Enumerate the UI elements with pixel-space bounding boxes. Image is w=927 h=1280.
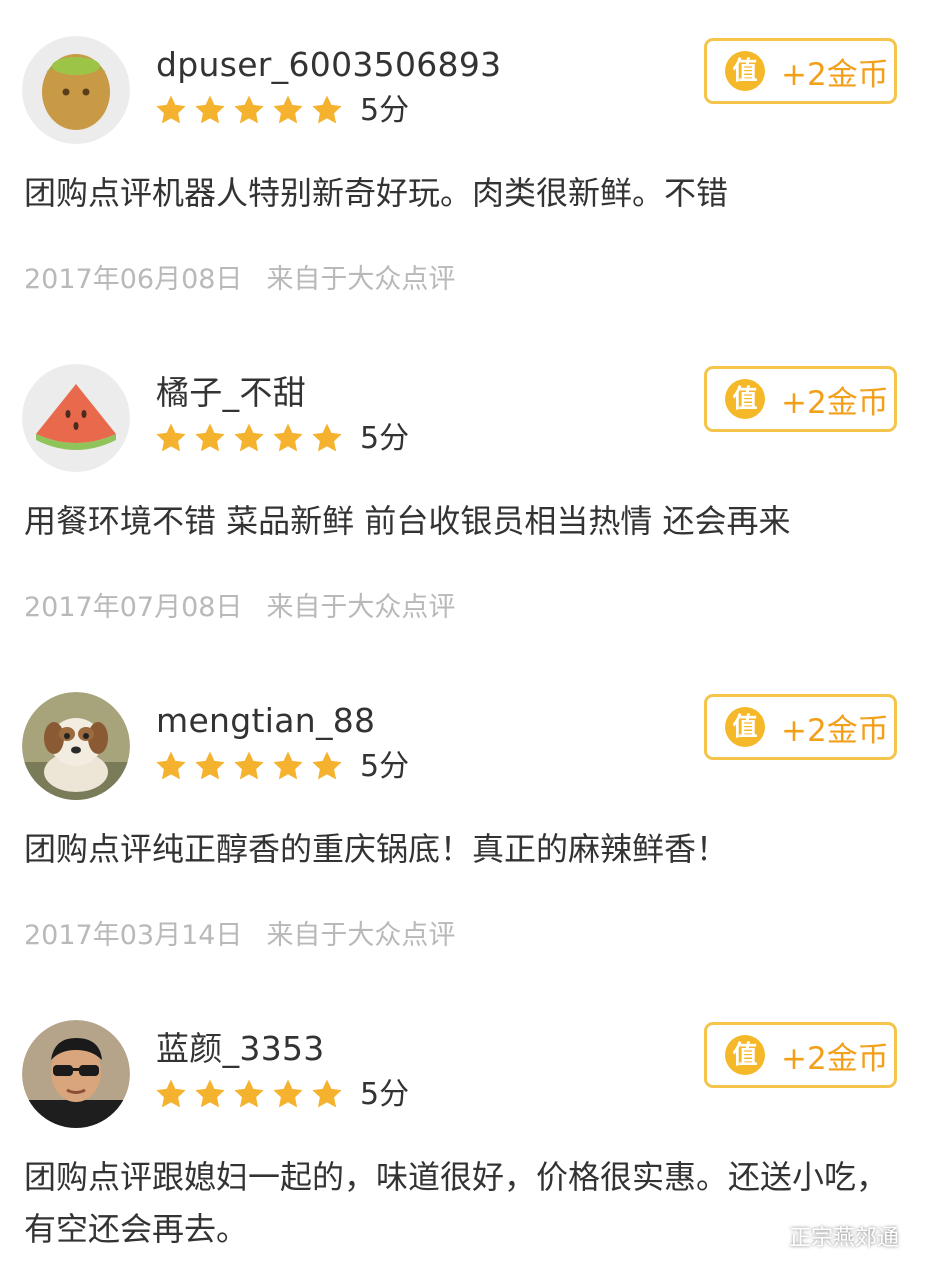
review-date: 2017年07月08日 (24, 592, 243, 623)
star-icon (193, 1077, 227, 1113)
star-icon (154, 93, 188, 129)
star-rating (154, 93, 344, 129)
star-icon (154, 1077, 188, 1113)
review-item: 橘子_不甜 5分 值 +2金币 用餐环境不错 菜品新鲜 前台收银员相当热情 还会… (0, 328, 927, 656)
review-item: mengtian_88 5分 值 +2金币 团购点评纯正醇香的重庆锅底！真正的麻… (0, 656, 927, 984)
man-sunglasses-photo-avatar-icon (22, 1020, 130, 1128)
star-rating (154, 1077, 344, 1113)
star-icon (310, 421, 344, 457)
coin-reward-label: +2金币 (781, 56, 889, 93)
user-avatar[interactable] (22, 36, 130, 144)
user-avatar[interactable] (22, 692, 130, 800)
star-icon (154, 421, 188, 457)
review-item: dpuser_6003506893 5分 值 +2金币 团购点评机器人特别新奇好… (0, 0, 927, 328)
star-icon (154, 749, 188, 785)
coin-reward-button[interactable]: 值 +2金币 (704, 366, 897, 432)
review-date: 2017年03月14日 (24, 920, 243, 951)
star-rating (154, 421, 344, 457)
coin-value-icon: 值 (725, 707, 765, 747)
coin-reward-button[interactable]: 值 +2金币 (704, 1022, 897, 1088)
review-content: 用餐环境不错 菜品新鲜 前台收银员相当热情 还会再来 (24, 502, 791, 540)
coin-reward-label: +2金币 (781, 384, 889, 421)
coin-reward-button[interactable]: 值 +2金币 (704, 38, 897, 104)
star-icon (232, 421, 266, 457)
username[interactable]: dpuser_6003506893 (156, 42, 501, 88)
star-icon (271, 93, 305, 129)
review-source: 来自于大众点评 (266, 920, 456, 951)
score-label: 5分 (360, 93, 410, 128)
star-icon (193, 421, 227, 457)
star-icon (193, 749, 227, 785)
review-meta: 2017年07月08日 来自于大众点评 (24, 588, 455, 628)
score-label: 5分 (360, 1077, 410, 1112)
watermark: 正宗燕郊通 (750, 1220, 899, 1252)
coin-reward-label: +2金币 (781, 712, 889, 749)
username[interactable]: mengtian_88 (156, 698, 375, 744)
username[interactable]: 蓝颜_3353 (156, 1026, 325, 1072)
kiwi-avatar-icon (22, 36, 130, 144)
star-icon (271, 749, 305, 785)
star-rating (154, 749, 344, 785)
star-icon (271, 1077, 305, 1113)
star-icon (310, 93, 344, 129)
star-icon (232, 1077, 266, 1113)
star-icon (193, 93, 227, 129)
star-icon (271, 421, 305, 457)
review-content: 团购点评机器人特别新奇好玩。肉类很新鲜。不错 (24, 174, 729, 212)
puppy-photo-avatar-icon (22, 692, 130, 800)
review-meta: 2017年03月14日 来自于大众点评 (24, 916, 455, 956)
score-label: 5分 (360, 749, 410, 784)
review-meta: 2017年06月08日 来自于大众点评 (24, 260, 455, 300)
coin-reward-label: +2金币 (781, 1040, 889, 1077)
coin-value-icon: 值 (725, 51, 765, 91)
star-icon (232, 749, 266, 785)
star-icon (310, 1077, 344, 1113)
wechat-icon (750, 1224, 780, 1247)
user-avatar[interactable] (22, 1020, 130, 1128)
review-content: 团购点评纯正醇香的重庆锅底！真正的麻辣鲜香！ (24, 830, 729, 868)
review-source: 来自于大众点评 (266, 592, 456, 623)
star-icon (232, 93, 266, 129)
watermark-text: 正宗燕郊通 (788, 1226, 899, 1251)
coin-value-icon: 值 (725, 379, 765, 419)
user-avatar[interactable] (22, 364, 130, 472)
review-source: 来自于大众点评 (266, 264, 456, 295)
star-icon (310, 749, 344, 785)
review-date: 2017年06月08日 (24, 264, 243, 295)
username[interactable]: 橘子_不甜 (156, 370, 306, 416)
score-label: 5分 (360, 421, 410, 456)
coin-value-icon: 值 (725, 1035, 765, 1075)
coin-reward-button[interactable]: 值 +2金币 (704, 694, 897, 760)
watermelon-avatar-icon (22, 364, 130, 472)
